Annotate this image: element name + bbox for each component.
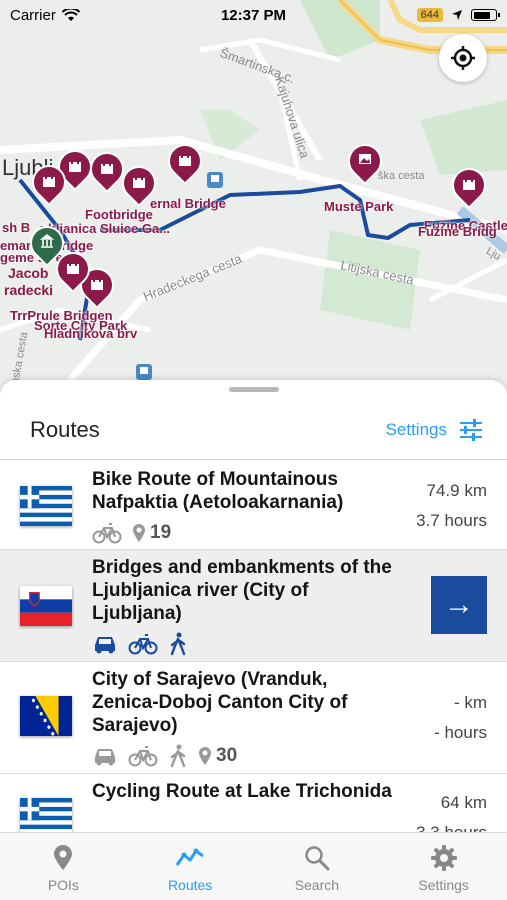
road-badge: 644 [416, 8, 443, 22]
castle-icon [69, 162, 81, 172]
poi-pin-castle[interactable] [82, 144, 132, 194]
route-list: Bike Route of Mountainous Nafpaktia (Aet… [0, 462, 507, 832]
street-label: radecki [4, 282, 54, 298]
route-duration: 3.3 hours [416, 818, 487, 832]
sliders-icon [460, 418, 482, 441]
bosnia-flag-icon [20, 696, 72, 736]
poi-pin-photo[interactable] [340, 136, 390, 186]
route-row[interactable]: City of Sarajevo (Vranduk, Zenica-Doboj … [0, 662, 507, 774]
poi-count: 30 [198, 745, 237, 767]
museum-icon [39, 233, 55, 248]
route-row[interactable]: Cycling Route at Lake Trichonida 64 km 3… [0, 774, 507, 832]
tab-label: Routes [167, 877, 213, 893]
bike-icon [128, 634, 158, 655]
map-pin-icon [133, 524, 145, 542]
map-view[interactable]: Carrier 12:37 PM 644 Šmartinska c. Kajuh… [0, 0, 507, 400]
arrow-right-icon: → [444, 588, 474, 621]
search-icon [305, 846, 330, 871]
route-row[interactable]: Bike Route of Mountainous Nafpaktia (Aet… [0, 462, 507, 550]
poi-label[interactable]: sh B [2, 220, 30, 235]
greece-flag-icon [20, 798, 72, 832]
car-icon [95, 749, 115, 766]
poi-count: 19 [132, 522, 171, 544]
poi-count-value: 30 [216, 745, 238, 766]
poi-label[interactable]: Muste Park [324, 199, 393, 214]
route-name: Bridges and embankments of the Ljubljani… [92, 557, 392, 624]
greece-flag-icon [20, 486, 72, 526]
map-pin-icon [199, 747, 211, 765]
castle-icon [43, 177, 55, 187]
castle-icon [101, 164, 113, 174]
locate-me-button[interactable] [439, 34, 487, 82]
route-stats: 74.9 km 3.7 hours [416, 476, 487, 536]
poi-label[interactable]: Fužine Bridg [418, 224, 497, 239]
crosshair-icon [451, 46, 475, 70]
tab-search[interactable]: Search [254, 833, 381, 900]
carrier-label: Carrier [10, 6, 56, 24]
sheet-grabber[interactable] [229, 387, 279, 392]
castle-icon [133, 178, 145, 188]
tab-label: Settings [418, 877, 469, 893]
bike-icon [128, 746, 158, 767]
route-distance: 74.9 km [426, 481, 487, 500]
route-duration: - hours [434, 723, 487, 742]
castle-icon [179, 156, 191, 166]
route-icon [175, 848, 204, 866]
poi-pin-castle[interactable] [444, 160, 494, 210]
poi-pin-castle[interactable] [114, 158, 164, 208]
train-station-icon [207, 172, 223, 188]
sheet-header: Routes Settings [0, 400, 507, 460]
location-arrow-icon [452, 10, 462, 20]
tab-pois[interactable]: POIs [0, 833, 127, 900]
poi-pin-castle[interactable] [48, 244, 98, 294]
route-name: Bike Route of Mountainous Nafpaktia (Aet… [92, 469, 344, 513]
walk-icon [170, 744, 186, 768]
tab-bar: POIs Routes Search Settings [0, 832, 507, 900]
status-bar: Carrier 12:37 PM 644 [0, 0, 507, 30]
poi-label[interactable]: ernal Bridge [150, 196, 226, 211]
routes-sheet: Routes Settings Bike Route of Mountainou… [0, 380, 507, 832]
map-pin-icon [54, 845, 73, 870]
settings-link-label: Settings [385, 419, 447, 439]
route-name: City of Sarajevo (Vranduk, Zenica-Doboj … [92, 669, 348, 736]
poi-label[interactable]: Hladnikova brv [44, 326, 137, 341]
car-icon [95, 637, 115, 654]
route-name: Cycling Route at Lake Trichonida [92, 781, 392, 802]
route-row-selected[interactable]: Bridges and embankments of the Ljubljani… [0, 550, 507, 662]
route-duration: 3.7 hours [416, 511, 487, 530]
street-label: ška cesta [378, 170, 425, 182]
tab-label: POIs [47, 877, 79, 893]
wifi-icon [61, 8, 80, 21]
route-distance: - km [453, 693, 487, 712]
tab-settings[interactable]: Settings [380, 833, 507, 900]
poi-pin-castle[interactable] [24, 157, 74, 207]
walk-icon [170, 632, 186, 656]
castle-icon [91, 280, 103, 290]
image-icon [359, 154, 371, 164]
street-label: Jacob [8, 265, 49, 281]
battery-icon [471, 9, 500, 21]
route-stats: 64 km 3.3 hours [416, 788, 487, 832]
poi-count-value: 19 [150, 522, 172, 543]
castle-icon [463, 180, 475, 190]
route-stats: - km - hours [434, 688, 487, 748]
castle-icon [67, 264, 79, 274]
bus-station-icon [136, 364, 152, 380]
open-route-button[interactable]: → [431, 576, 487, 634]
poi-pin-castle[interactable] [160, 136, 210, 186]
tab-routes[interactable]: Routes [127, 833, 254, 900]
settings-link[interactable]: Settings [385, 418, 483, 441]
bike-icon [92, 523, 122, 544]
slovenia-flag-icon [20, 586, 72, 626]
route-distance: 64 km [440, 793, 487, 812]
poi-label[interactable]: Footbridge [85, 207, 153, 222]
gear-icon [430, 845, 457, 871]
tab-label: Search [294, 877, 340, 893]
sheet-title: Routes [30, 416, 100, 442]
